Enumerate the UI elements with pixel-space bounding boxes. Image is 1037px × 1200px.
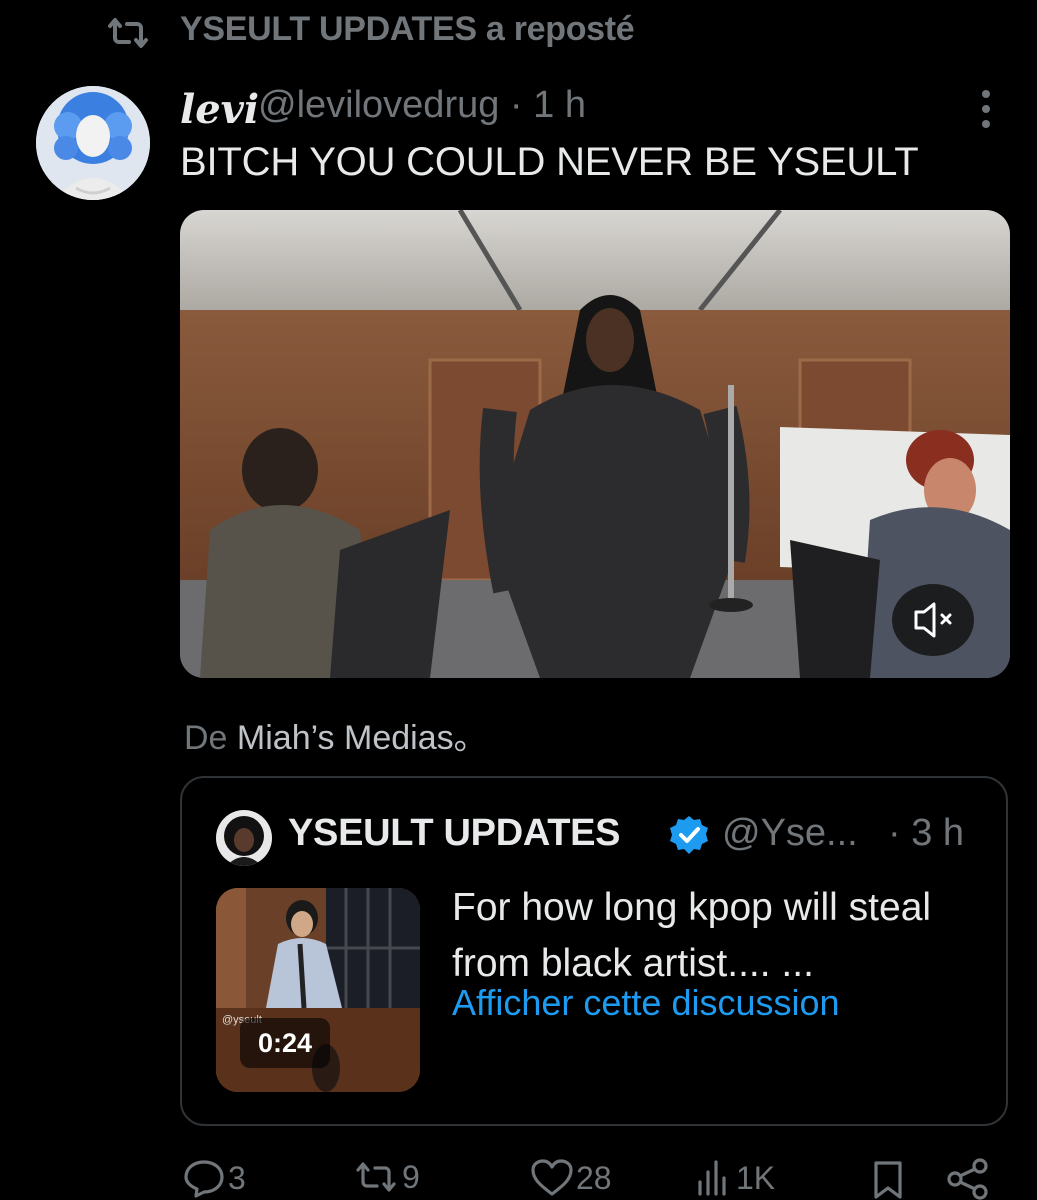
views-chart-icon	[698, 1160, 726, 1196]
views-button[interactable]: 1K	[694, 1158, 775, 1198]
reply-count: 3	[228, 1159, 246, 1196]
author-name[interactable]: levi	[180, 86, 259, 133]
tweet-text: BITCH YOU COULD NEVER BE YSEULT	[180, 140, 919, 184]
video-frame	[180, 210, 1010, 678]
verified-badge-icon	[670, 816, 708, 854]
reply-button[interactable]: 3	[182, 1158, 246, 1198]
reply-icon	[184, 1160, 224, 1198]
heart-icon	[531, 1159, 573, 1196]
like-button[interactable]: 28	[530, 1158, 612, 1198]
video-attribution[interactable]: De Miah’s Medias。	[184, 710, 488, 759]
avatar-image	[36, 86, 150, 200]
views-count: 1K	[736, 1159, 776, 1196]
video-duration-badge: 0:24	[240, 1018, 330, 1068]
share-icon[interactable]	[946, 1158, 990, 1200]
quoted-time: · 3 h	[888, 812, 965, 854]
attribution-source[interactable]: Miah’s Medias。	[237, 719, 488, 757]
author-avatar[interactable]	[36, 86, 150, 200]
repost-icon	[108, 18, 148, 48]
show-thread-link[interactable]: Afficher cette discussion	[452, 982, 840, 1024]
repost-button[interactable]: 9	[352, 1158, 420, 1196]
like-count: 28	[576, 1159, 612, 1196]
repost-icon	[356, 1162, 396, 1192]
speaker-muted-icon	[914, 602, 952, 638]
author-handle-time[interactable]: @levilovedrug · 1 h	[258, 84, 586, 127]
repost-count: 9	[402, 1158, 420, 1195]
quoted-avatar-image	[216, 810, 272, 866]
quoted-avatar[interactable]	[216, 810, 272, 866]
attribution-prefix: De	[184, 719, 228, 757]
quoted-author-name[interactable]: YSEULT UPDATES	[288, 812, 621, 855]
quoted-handle[interactable]: @Yse...	[722, 812, 858, 855]
more-options-icon[interactable]	[972, 88, 1000, 130]
mute-button[interactable]	[892, 584, 974, 656]
repost-label[interactable]: YSEULT UPDATES a reposté	[180, 10, 635, 49]
bookmark-icon[interactable]	[870, 1160, 906, 1200]
tweet-video[interactable]	[180, 210, 1010, 678]
quoted-text: For how long kpop will steal from black …	[452, 886, 932, 985]
